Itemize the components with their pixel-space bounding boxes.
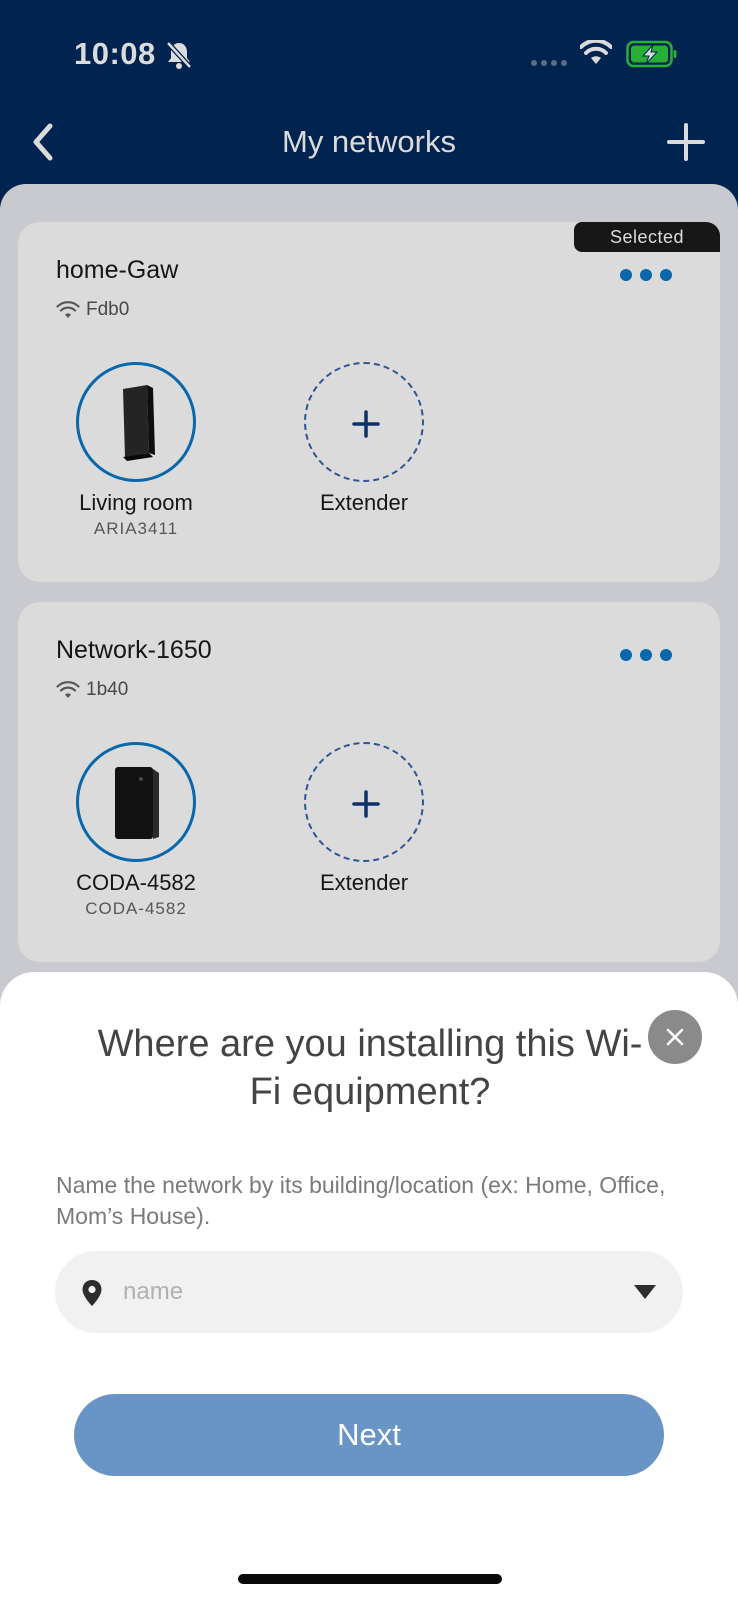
ssid-row: 1b40 (56, 678, 128, 702)
close-button[interactable] (648, 1010, 702, 1064)
add-extender[interactable]: Extender (284, 742, 444, 896)
gateway-device[interactable]: Living room ARIA3411 (56, 362, 216, 539)
sheet-description: Name the network by its building/locatio… (56, 1172, 666, 1229)
home-indicator (238, 1574, 502, 1584)
ssid-label: 1b40 (86, 679, 129, 700)
name-input[interactable] (123, 1251, 603, 1333)
status-time: 10:08 (74, 36, 156, 71)
silent-bell-icon (166, 41, 192, 69)
device-model: ARIA3411 (93, 519, 179, 538)
device-image (76, 362, 196, 482)
more-icon[interactable] (618, 642, 674, 668)
plus-icon (352, 790, 380, 818)
router-icon (123, 385, 155, 461)
battery-charging-icon (626, 40, 677, 68)
network-name: home-Gaw (56, 256, 179, 284)
extender-label: Extender (319, 870, 409, 895)
network-name: Network-1650 (56, 636, 212, 664)
wifi-status-icon (580, 40, 612, 64)
ssid-label: Fdb0 (86, 299, 130, 320)
modem-icon (115, 767, 159, 839)
location-pin-icon (82, 1280, 102, 1306)
network-card[interactable]: Selected home-Gaw Fdb0 Living room ARIA3… (18, 222, 720, 582)
page-title: My networks (282, 124, 456, 159)
ssid-row: Fdb0 (56, 298, 129, 322)
extender-label: Extender (319, 490, 409, 515)
network-card[interactable]: Network-1650 1b40 CODA-4582 CODA-4582 Ex… (18, 602, 720, 962)
plus-icon (352, 410, 380, 438)
more-icon[interactable] (618, 262, 674, 288)
device-model: CODA-4582 (85, 899, 187, 918)
gateway-device[interactable]: CODA-4582 CODA-4582 (56, 742, 216, 919)
selected-badge: Selected (574, 222, 720, 252)
wifi-icon (56, 681, 80, 698)
add-extender[interactable]: Extender (284, 362, 444, 516)
cellular-signal-icon (531, 60, 567, 66)
add-network-icon[interactable] (666, 122, 706, 162)
close-icon (666, 1028, 684, 1046)
device-label: CODA-4582 (76, 870, 196, 895)
network-name-field[interactable] (55, 1251, 683, 1333)
wifi-icon (56, 301, 80, 318)
dropdown-arrow-icon[interactable] (633, 1284, 657, 1300)
location-bottom-sheet: Where are you installing this Wi-Fi equi… (0, 972, 738, 1600)
sheet-title: Where are you installing this Wi-Fi equi… (97, 1023, 643, 1113)
next-button[interactable]: Next (74, 1394, 664, 1476)
device-label: Living room (79, 490, 193, 515)
device-image (76, 742, 196, 862)
